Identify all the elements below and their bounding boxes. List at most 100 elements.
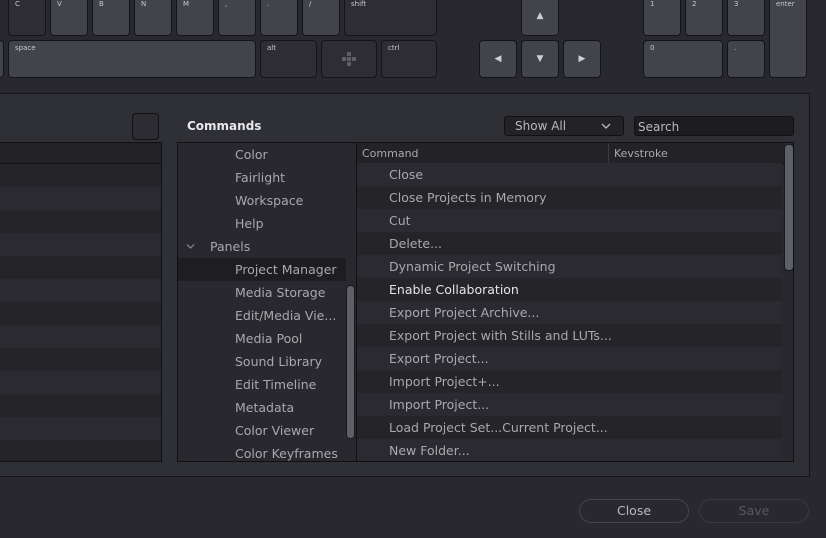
key-ctrl[interactable]: ctrl (381, 40, 437, 78)
filter-dropdown[interactable]: Show All (504, 116, 624, 136)
key-move[interactable] (321, 40, 377, 78)
command-name: Close (389, 167, 424, 182)
tree-item-label: Sound Library (235, 354, 323, 369)
table-row[interactable] (0, 348, 161, 371)
command-row[interactable]: Delete... (357, 232, 782, 255)
filter-dropdown-value: Show All (515, 119, 567, 133)
command-name: Cut (389, 213, 411, 228)
key-slash[interactable]: / (302, 0, 340, 36)
key-v[interactable]: V (50, 0, 88, 36)
key-arrow-left[interactable]: ◀ (479, 40, 517, 78)
command-name: New Folder... (389, 443, 470, 458)
command-row[interactable]: Dynamic Project Switching (357, 255, 782, 278)
tree-item-label: Media Storage (235, 285, 326, 300)
tree-item[interactable]: Color Viewer (178, 419, 346, 442)
tree-item-label: Fairlight (235, 170, 286, 185)
table-row[interactable] (0, 210, 161, 233)
key-arrow-down[interactable]: ▼ (521, 40, 559, 78)
chevron-down-icon[interactable] (186, 242, 195, 251)
command-row[interactable]: Enable Collaboration (357, 278, 782, 301)
command-row[interactable]: Import Project+... (357, 370, 782, 393)
tree-item[interactable]: Color Keyframes (178, 442, 346, 461)
key-num-0[interactable]: 0 (643, 40, 723, 78)
close-button[interactable]: Close (579, 499, 689, 523)
arrow-down-icon: ▼ (536, 54, 544, 64)
table-row[interactable] (0, 302, 161, 325)
table-row[interactable] (0, 164, 161, 187)
square-button[interactable] (132, 113, 159, 140)
tree-item-label: Edit Timeline (235, 377, 317, 392)
column-header-command[interactable]: Command (362, 147, 419, 160)
command-row[interactable]: Export Project with Stills and LUTs... (357, 324, 782, 347)
table-row[interactable] (0, 187, 161, 210)
command-row[interactable]: New Folder... (357, 439, 782, 461)
search-input[interactable] (634, 116, 794, 136)
key-num-dot[interactable]: . (727, 40, 765, 78)
command-row[interactable]: Close (357, 163, 782, 186)
tree-item[interactable]: Edit/Media Vie... (178, 304, 346, 327)
command-name: Delete... (389, 236, 442, 251)
key-num-2[interactable]: 2 (685, 0, 723, 36)
tree-item[interactable]: Color (178, 143, 346, 166)
key-shift[interactable]: shift (344, 0, 437, 36)
command-row[interactable]: Import Project... (357, 393, 782, 416)
keystroke-table (0, 142, 162, 462)
key-b[interactable]: B (92, 0, 130, 36)
arrow-left-icon: ◀ (494, 54, 502, 64)
tree-item[interactable]: Metadata (178, 396, 346, 419)
key-n[interactable]: N (134, 0, 172, 36)
command-row[interactable]: Export Project... (357, 347, 782, 370)
key-c[interactable]: C (8, 0, 46, 36)
table-row[interactable] (0, 279, 161, 302)
command-name: Close Projects in Memory (389, 190, 547, 205)
command-row[interactable]: Cut (357, 209, 782, 232)
tree-item-label: Help (235, 216, 264, 231)
tree-item[interactable]: Workspace (178, 189, 346, 212)
move-icon (342, 52, 356, 66)
save-button[interactable]: Save (699, 499, 809, 523)
tree-item-label: Workspace (235, 193, 304, 208)
tree-item[interactable]: Sound Library (178, 350, 346, 373)
tree-item[interactable]: Project Manager (178, 258, 346, 281)
arrow-right-icon: ▶ (578, 54, 586, 64)
tree-scrollbar[interactable] (346, 285, 355, 439)
command-row[interactable]: Load Project Set...Current Project... (357, 416, 782, 439)
key-alt[interactable]: alt (260, 40, 317, 78)
chevron-down-icon (601, 123, 611, 129)
command-name: Export Project... (389, 351, 489, 366)
key-arrow-right[interactable]: ▶ (563, 40, 601, 78)
keystroke-table-rows (0, 164, 161, 461)
table-row[interactable] (0, 371, 161, 394)
key-space[interactable]: space (8, 40, 256, 78)
table-row[interactable] (0, 256, 161, 279)
key-comma[interactable]: , (218, 0, 256, 36)
command-row[interactable]: Export Project Archive... (357, 301, 782, 324)
key-partial[interactable] (0, 40, 4, 78)
tree-item[interactable]: Fairlight (178, 166, 346, 189)
tree-item-label: Color (235, 147, 268, 162)
tree-item[interactable]: Help (178, 212, 346, 235)
tree-item[interactable]: Edit Timeline (178, 373, 346, 396)
key-arrow-up[interactable]: ▲ (521, 0, 559, 36)
key-num-1[interactable]: 1 (643, 0, 681, 36)
key-num-enter[interactable]: enter (769, 0, 807, 78)
keyboard-layout: C V B N M , . / shift space alt ctrl ▲ ◀… (0, 0, 826, 93)
column-header-keystroke[interactable]: Kevstroke (608, 143, 668, 163)
table-row[interactable] (0, 233, 161, 256)
keystroke-table-header (0, 143, 161, 164)
tree-item-label: Color Keyframes (235, 446, 338, 461)
key-num-3[interactable]: 3 (727, 0, 765, 36)
tree-item[interactable]: Media Storage (178, 281, 346, 304)
table-row[interactable] (0, 394, 161, 417)
tree-group[interactable]: Panels (178, 235, 346, 258)
tree-item[interactable]: Media Pool (178, 327, 346, 350)
table-row[interactable] (0, 325, 161, 348)
key-m[interactable]: M (176, 0, 214, 36)
key-period[interactable]: . (260, 0, 298, 36)
command-list-scrollbar[interactable] (784, 144, 793, 271)
table-row[interactable] (0, 440, 161, 461)
command-row[interactable]: Close Projects in Memory (357, 186, 782, 209)
command-list: Command Kevstroke Close Close Projects in… (356, 142, 794, 462)
table-row[interactable] (0, 417, 161, 440)
tree-item-label: Panels (210, 239, 251, 254)
